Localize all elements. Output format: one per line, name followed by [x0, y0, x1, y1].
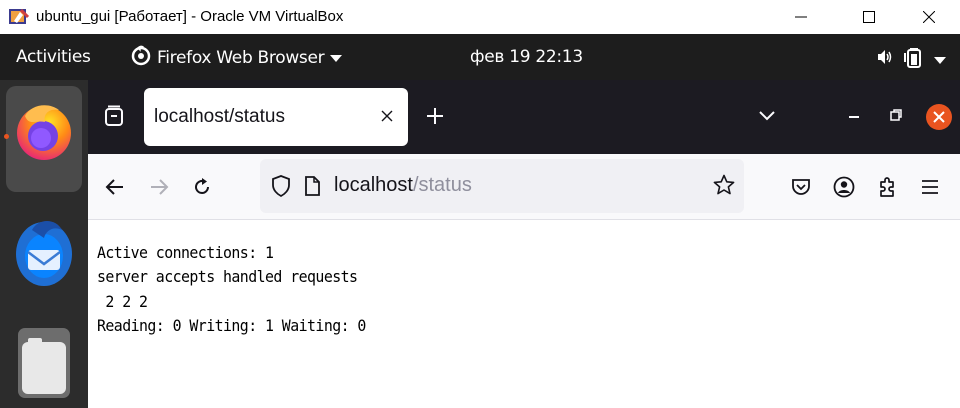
dock-item-files[interactable]	[6, 318, 82, 408]
chevron-down-icon	[934, 50, 946, 69]
virtualbox-titlebar: ubuntu_gui [Работает] - Oracle VM Virtua…	[0, 0, 960, 34]
url-text[interactable]: localhost/status	[334, 174, 472, 197]
battery-icon	[904, 46, 924, 72]
back-icon[interactable]	[102, 174, 128, 200]
extensions-icon[interactable]	[874, 173, 900, 201]
page-icon[interactable]	[302, 174, 322, 198]
virtualbox-app-icon[interactable]	[8, 7, 30, 27]
window-title: ubuntu_gui [Работает] - Oracle VM Virtua…	[36, 8, 344, 25]
dock-item-thunderbird[interactable]	[6, 200, 82, 306]
status-line: Active connections: 1	[97, 243, 274, 262]
firefox-small-icon	[131, 44, 151, 71]
url-path: /status	[412, 174, 472, 196]
files-icon	[18, 328, 70, 402]
firefox-tab-strip: localhost/status	[88, 80, 960, 154]
firefox-minimize-icon[interactable]	[844, 107, 864, 127]
system-tray[interactable]	[876, 46, 946, 72]
forward-icon[interactable]	[146, 174, 172, 200]
tab-list-chevron-icon[interactable]	[754, 105, 780, 127]
clock[interactable]: фев 19 22:13	[470, 47, 583, 67]
close-button[interactable]	[906, 0, 952, 34]
firefox-icon	[13, 100, 75, 166]
dock-item-firefox[interactable]	[6, 86, 82, 192]
firefox-view-icon[interactable]	[100, 102, 128, 130]
app-menu-label: Firefox Web Browser	[157, 47, 325, 68]
gnome-top-bar: Activities Firefox Web Browser фев 19 22…	[0, 34, 960, 80]
page-content: Active connections: 1 server accepts hand…	[88, 221, 960, 408]
running-indicator	[4, 134, 9, 139]
menu-hamburger-icon[interactable]	[917, 173, 943, 201]
maximize-button[interactable]	[846, 0, 892, 34]
chevron-down-icon	[330, 48, 343, 68]
dock	[0, 80, 88, 408]
firefox-restore-icon[interactable]	[886, 105, 906, 125]
app-menu[interactable]: Firefox Web Browser	[131, 44, 343, 71]
tab-close-icon[interactable]	[376, 105, 398, 127]
status-line: 2 2 2	[97, 291, 148, 311]
minimize-button[interactable]	[778, 0, 824, 34]
url-host: localhost	[334, 174, 413, 196]
tab-localhost-status[interactable]: localhost/status	[144, 88, 408, 146]
bookmark-star-icon[interactable]	[712, 173, 736, 197]
nginx-status-text: Active connections: 1 server accepts hand…	[97, 241, 366, 338]
account-icon[interactable]	[831, 173, 857, 201]
new-tab-icon[interactable]	[422, 103, 448, 129]
activities-button[interactable]: Activities	[16, 47, 91, 67]
thunderbird-icon	[14, 212, 74, 294]
url-bar[interactable]: localhost/status	[260, 159, 744, 213]
firefox-close-icon[interactable]	[926, 104, 952, 130]
shield-icon[interactable]	[270, 174, 292, 198]
reload-icon[interactable]	[189, 174, 215, 200]
pocket-icon[interactable]	[788, 173, 814, 201]
status-line: Reading: 0 Writing: 1 Waiting: 0	[97, 315, 366, 335]
navigation-toolbar: localhost/status	[88, 154, 960, 220]
volume-icon	[876, 48, 894, 70]
status-line: server accepts handled requests	[97, 267, 358, 287]
tab-title: localhost/status	[154, 106, 285, 127]
